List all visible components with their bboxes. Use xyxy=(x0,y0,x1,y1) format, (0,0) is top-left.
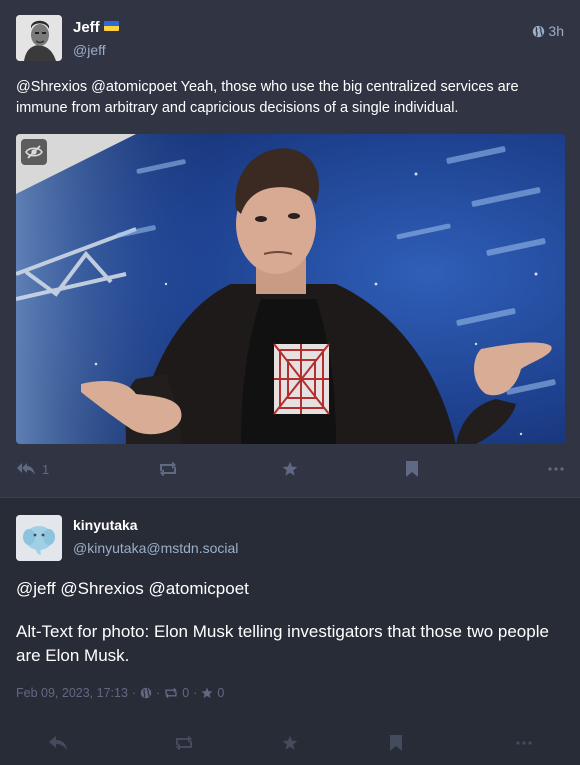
boost-icon xyxy=(165,688,177,698)
mention-link[interactable]: @atomicpoet xyxy=(91,79,177,95)
author-handle[interactable]: @jeff xyxy=(73,42,106,58)
boost-button[interactable] xyxy=(154,736,214,750)
more-icon xyxy=(548,467,564,471)
more-button[interactable] xyxy=(472,741,532,745)
ukraine-flag-icon xyxy=(103,21,119,31)
status-action-bar: 1 xyxy=(16,457,564,481)
author-name[interactable]: kinyutaka xyxy=(73,517,138,533)
status-header: Jeff @jeff 3h xyxy=(16,15,564,65)
status-header: kinyutaka @kinyutaka@mstdn.social xyxy=(16,514,564,564)
author-handle[interactable]: @kinyutaka@mstdn.social xyxy=(73,540,238,556)
status-content: @Shrexios @atomicpoet Yeah, those who us… xyxy=(16,77,561,119)
post-date[interactable]: Feb 09, 2023, 17:13 xyxy=(16,686,128,700)
status-text: Alt-Text for photo: Elon Musk telling in… xyxy=(16,622,549,665)
avatar[interactable] xyxy=(16,15,62,61)
mentions-line[interactable]: @jeff @Shrexios @atomicpoet xyxy=(16,577,564,601)
post-time[interactable]: 3h xyxy=(532,23,564,39)
bookmark-button[interactable] xyxy=(382,461,442,477)
time-text: 3h xyxy=(548,23,564,39)
status-post-kinyutaka[interactable]: kinyutaka @kinyutaka@mstdn.social @jeff … xyxy=(0,498,580,765)
boost-button[interactable] xyxy=(138,462,198,476)
bookmark-button[interactable] xyxy=(366,735,426,751)
boost-icon xyxy=(176,736,192,750)
eye-slash-icon xyxy=(25,145,43,159)
avatar[interactable] xyxy=(16,515,62,561)
separator: · xyxy=(156,686,161,700)
status-post-jeff[interactable]: Jeff @jeff 3h @Shrexios @atomicpoet Yeah… xyxy=(0,0,580,498)
more-icon xyxy=(516,741,532,745)
boost-icon xyxy=(160,462,176,476)
author-name-text: Jeff xyxy=(73,19,100,36)
more-button[interactable] xyxy=(504,467,564,471)
reply-count: 1 xyxy=(42,461,50,477)
favourite-button[interactable] xyxy=(260,461,320,477)
star-icon xyxy=(282,735,298,750)
reply-all-icon xyxy=(17,463,35,475)
status-meta: Feb 09, 2023, 17:13 · · 0 · 0 xyxy=(16,686,224,700)
bookmark-icon xyxy=(390,735,402,751)
status-content: @jeff @Shrexios @atomicpoet Alt-Text for… xyxy=(16,577,564,687)
separator: · xyxy=(131,686,137,700)
bookmark-icon xyxy=(406,461,418,477)
favourite-button[interactable] xyxy=(260,735,320,751)
reply-button[interactable]: 1 xyxy=(16,461,76,477)
photo-image xyxy=(16,134,565,444)
globe-icon xyxy=(140,687,152,699)
star-icon xyxy=(201,687,213,698)
mention-link[interactable]: @Shrexios xyxy=(16,79,87,95)
separator: · xyxy=(193,686,198,700)
reply-icon xyxy=(49,736,67,750)
status-action-bar xyxy=(48,731,532,755)
star-icon xyxy=(282,461,298,476)
hide-media-button[interactable] xyxy=(21,139,47,165)
favourite-count: 0 xyxy=(217,686,225,700)
media-photo[interactable] xyxy=(16,134,565,444)
author-name[interactable]: Jeff xyxy=(73,19,119,36)
reply-button[interactable] xyxy=(48,735,108,751)
boost-count: 0 xyxy=(182,686,190,700)
globe-icon xyxy=(533,25,545,38)
